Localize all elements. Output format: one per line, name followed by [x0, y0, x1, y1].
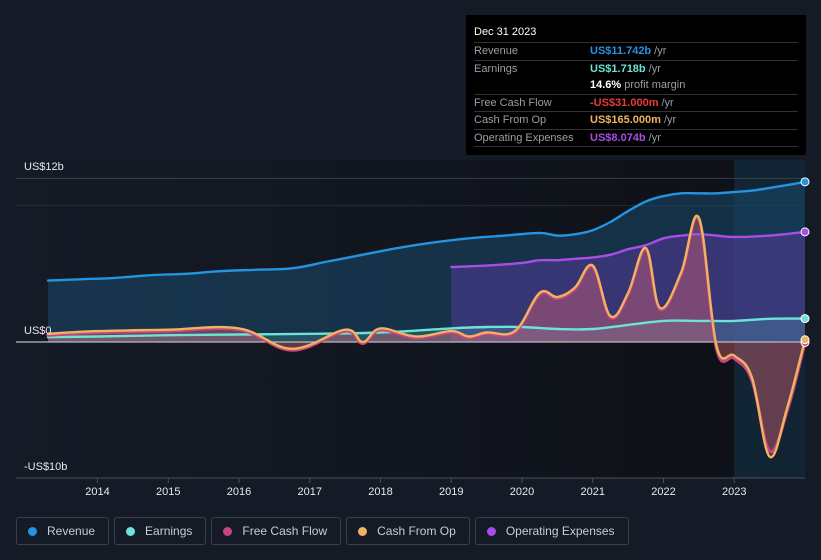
legend-label: Earnings — [145, 524, 193, 538]
tooltip-label: Free Cash Flow — [474, 96, 552, 109]
legend-item-earnings[interactable]: Earnings — [114, 517, 207, 545]
operating-expenses-end-marker — [800, 227, 810, 237]
legend-item-revenue[interactable]: Revenue — [16, 517, 110, 545]
tooltip-value: US$1.718b — [590, 62, 646, 75]
tooltip-row-profit-margin: 14.6% profit margin — [474, 77, 798, 95]
legend-label: Revenue — [47, 524, 96, 538]
tooltip-unit: profit margin — [624, 79, 686, 91]
tooltip-date: Dec 31 2023 — [474, 23, 798, 43]
tooltip-value: -US$31.000m — [590, 96, 659, 109]
legend-dot-icon — [486, 526, 496, 536]
legend-label: Free Cash Flow — [242, 524, 328, 538]
x-tick-label-2017: 2017 — [298, 486, 322, 498]
legend: Revenue Earnings Free Cash Flow Cash From O… — [16, 517, 629, 545]
x-tick-label-2021: 2021 — [581, 486, 605, 498]
tooltip-label: Cash From Op — [474, 114, 547, 126]
legend-dot-icon — [223, 526, 233, 536]
y-tick-label-neg10: -US$10b — [24, 461, 67, 473]
tooltip-unit: /yr — [661, 96, 674, 109]
legend-label: Operating Expenses — [505, 524, 615, 538]
tooltip-label: Operating Expenses — [474, 131, 574, 144]
x-tick-label-2020: 2020 — [510, 486, 534, 498]
legend-item-free-cash-flow[interactable]: Free Cash Flow — [211, 517, 342, 545]
y-tick-label-12: US$12b — [24, 161, 64, 173]
x-tick-label-2019: 2019 — [439, 486, 463, 498]
tooltip-panel: Dec 31 2023 Revenue US$11.742b/yr Earnings… — [466, 15, 806, 155]
earnings-end-marker — [800, 314, 810, 324]
x-tick-label-2018: 2018 — [368, 486, 392, 498]
tooltip-row-revenue: Revenue US$11.742b/yr — [474, 43, 798, 61]
tooltip-label — [474, 77, 590, 94]
x-tick-label-2023: 2023 — [722, 486, 746, 498]
x-tick-label-2022: 2022 — [651, 486, 675, 498]
tooltip-row-cash-from-op: Cash From Op US$165.000m/yr — [474, 112, 798, 130]
legend-label: Cash From Op — [377, 524, 456, 538]
tooltip-row-operating-expenses: Operating Expenses US$8.074b/yr — [474, 130, 798, 147]
revenue-end-marker — [800, 177, 810, 187]
cash-from-op-end-marker — [800, 335, 810, 345]
tooltip-value: 14.6% — [590, 79, 622, 91]
tooltip-row-free-cash-flow: Free Cash Flow -US$31.000m/yr — [474, 95, 798, 112]
tooltip-value: US$8.074b — [590, 131, 646, 144]
legend-dot-icon — [126, 526, 136, 536]
x-tick-label-2014: 2014 — [85, 486, 109, 498]
x-tick-label-2015: 2015 — [156, 486, 180, 498]
legend-item-operating-expenses[interactable]: Operating Expenses — [474, 517, 629, 545]
tooltip-row-earnings: Earnings US$1.718b/yr — [474, 61, 798, 78]
tooltip-unit: /yr — [648, 131, 661, 144]
legend-dot-icon — [28, 526, 37, 536]
tooltip-label: Earnings — [474, 62, 518, 75]
tooltip-unit: /yr — [654, 45, 667, 57]
x-tick-label-2016: 2016 — [227, 486, 251, 498]
tooltip-unit: /yr — [663, 114, 677, 126]
y-tick-label-0: US$0 — [24, 325, 52, 337]
tooltip-value: US$11.742b — [590, 45, 652, 57]
legend-item-cash-from-op[interactable]: Cash From Op — [346, 517, 470, 545]
tooltip-label: Revenue — [474, 45, 519, 57]
legend-dot-icon — [358, 526, 368, 536]
tooltip-value: US$165.000m — [590, 114, 661, 126]
tooltip-unit: /yr — [648, 62, 661, 75]
